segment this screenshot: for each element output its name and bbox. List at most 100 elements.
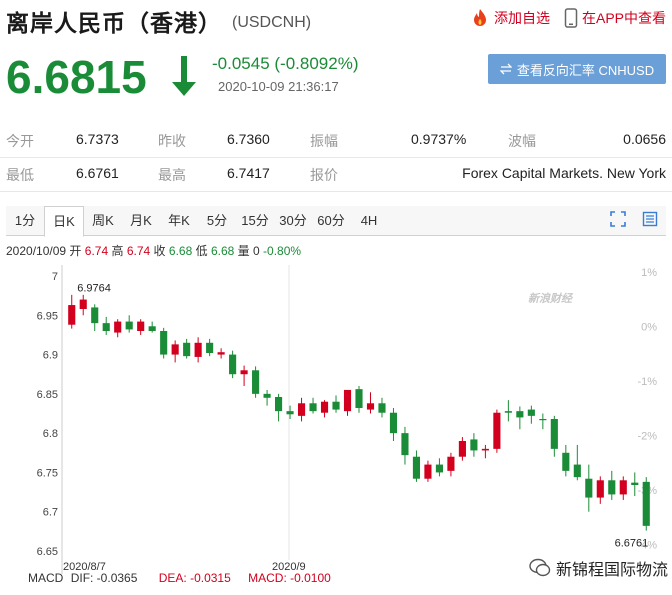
settings-icon[interactable] xyxy=(642,211,658,227)
stats-table: 今开 6.7373 昨收 6.7360 振幅 0.9737% 波幅 0.0656… xyxy=(0,124,672,192)
ohlc-volume: 0 xyxy=(253,244,260,258)
pct-tick-label: -2% xyxy=(637,430,657,442)
candle-body xyxy=(194,342,202,357)
low-label: 最低 xyxy=(6,167,34,183)
tab-15min[interactable]: 15分 xyxy=(236,206,274,235)
ohlc-high: 6.74 xyxy=(126,244,151,258)
brand-name: 新锦程国际物流 xyxy=(555,562,668,579)
range-value: 0.0656 xyxy=(623,131,666,147)
candle-body xyxy=(297,403,306,416)
pct-tick-label: 0% xyxy=(641,321,657,333)
sina-watermark: 新浪财经 xyxy=(528,293,572,305)
candle-body xyxy=(343,389,352,412)
ohlc-info: 2020/10/09 开 6.74 高 6.74 收 6.68 低 6.68 量… xyxy=(6,242,301,259)
candle-body xyxy=(125,321,133,330)
title-bar: 离岸人民币（香港） (USDCNH) xyxy=(6,4,311,38)
candle-body xyxy=(619,480,627,495)
tab-weekly[interactable]: 周K xyxy=(84,206,122,235)
tab-1min[interactable]: 1分 xyxy=(6,206,44,235)
ohlc-date: 2020/10/09 xyxy=(6,244,67,258)
candle-body xyxy=(481,448,489,451)
candle-body xyxy=(447,456,455,471)
ohlc-open-label: 开 xyxy=(69,244,82,258)
candle-body xyxy=(229,354,237,375)
candle-body xyxy=(527,409,535,416)
candle-body xyxy=(68,305,76,325)
quote-source-label: 报价 xyxy=(310,167,338,183)
low-value: 6.6761 xyxy=(76,165,119,181)
candle-body xyxy=(585,478,593,498)
stats-row: 今开 6.7373 昨收 6.7360 振幅 0.9737% 波幅 0.0656 xyxy=(0,124,672,158)
open-value: 6.7373 xyxy=(76,131,119,147)
y-tick-label: 6.9 xyxy=(43,350,58,362)
quote-source-value: Forex Capital Markets. New York xyxy=(462,165,666,181)
ohlc-close: 6.68 xyxy=(168,244,193,258)
open-in-app-button[interactable]: 在APP中查看 xyxy=(564,8,666,28)
stats-row: 最低 6.6761 最高 6.7417 报价 Forex Capital Mar… xyxy=(0,158,672,192)
reverse-rate-label: 查看反向汇率 CNHUSD xyxy=(516,62,655,78)
period-tabs: 1分 日K 周K 月K 年K 5分 15分 30分 60分 4H xyxy=(6,206,666,237)
swap-icon xyxy=(499,63,512,75)
symbol-code: (USDCNH) xyxy=(232,14,312,31)
candle-body xyxy=(424,464,432,479)
quote-time: 2020-10-09 21:36:17 xyxy=(218,79,339,94)
candle-body xyxy=(550,419,558,449)
tab-monthly[interactable]: 月K xyxy=(122,206,160,235)
candle-body xyxy=(631,482,639,485)
prev-close-label: 昨收 xyxy=(158,133,186,149)
tab-5min[interactable]: 5分 xyxy=(198,206,236,235)
amplitude-label: 振幅 xyxy=(310,133,338,149)
y-tick-label: 6.75 xyxy=(37,467,58,479)
candle-body xyxy=(252,370,260,394)
chart-tools xyxy=(610,211,658,227)
y-tick-label: 6.85 xyxy=(37,389,58,401)
candle-body xyxy=(114,321,122,333)
price-change: -0.0545 (-0.8092%) xyxy=(212,54,359,73)
candle-body xyxy=(275,397,283,412)
y-tick-label: 6.7 xyxy=(43,507,58,519)
macd-value: MACD: -0.0100 xyxy=(248,571,331,585)
candle-body xyxy=(562,452,570,471)
add-watchlist-button[interactable]: 添加自选 xyxy=(470,8,550,28)
candle-body xyxy=(642,481,650,526)
open-in-app-label: 在APP中查看 xyxy=(581,10,666,26)
ohlc-change-pct: -0.80% xyxy=(263,244,302,258)
y-tick-label: 6.95 xyxy=(37,310,58,322)
candle-body xyxy=(79,299,87,309)
candle-body xyxy=(366,403,375,410)
min-annotation: 6.6761 xyxy=(615,537,649,549)
fullscreen-icon[interactable] xyxy=(610,211,626,227)
candle-body xyxy=(240,370,248,375)
candle-body xyxy=(608,480,616,495)
high-label: 最高 xyxy=(158,167,186,183)
wechat-icon xyxy=(529,558,551,577)
candle-body xyxy=(435,464,443,473)
max-annotation: 6.9764 xyxy=(77,283,111,295)
candle-body xyxy=(470,439,478,451)
ohlc-low-label: 低 xyxy=(195,244,208,258)
macd-label: MACD xyxy=(28,571,64,585)
current-price: 6.6815 xyxy=(6,51,147,103)
candle-body xyxy=(401,433,409,456)
candle-body xyxy=(160,331,168,355)
prev-close-value: 6.7360 xyxy=(227,131,270,147)
macd-info: MACD DIF: -0.0365 DEA: -0.0315 MACD: -0.… xyxy=(28,571,331,585)
down-arrow-icon xyxy=(172,56,196,96)
tab-yearly[interactable]: 年K xyxy=(160,206,198,235)
macd-dea: DEA: -0.0315 xyxy=(158,571,231,585)
ohlc-high-label: 高 xyxy=(111,244,124,258)
tab-4h[interactable]: 4H xyxy=(350,206,388,235)
candle-body xyxy=(493,412,501,449)
tab-daily[interactable]: 日K xyxy=(44,206,84,237)
tab-30min[interactable]: 30分 xyxy=(274,206,312,235)
candle-body xyxy=(102,323,110,331)
phone-icon xyxy=(564,8,578,28)
y-tick-label: 7 xyxy=(52,271,58,283)
reverse-rate-button[interactable]: 查看反向汇率 CNHUSD xyxy=(488,54,666,84)
candle-body xyxy=(206,342,214,353)
tab-60min[interactable]: 60分 xyxy=(312,206,350,235)
pct-tick-label: -1% xyxy=(637,376,657,388)
candle-body xyxy=(539,419,547,421)
candle-body xyxy=(504,411,512,413)
candle-body xyxy=(458,441,466,457)
